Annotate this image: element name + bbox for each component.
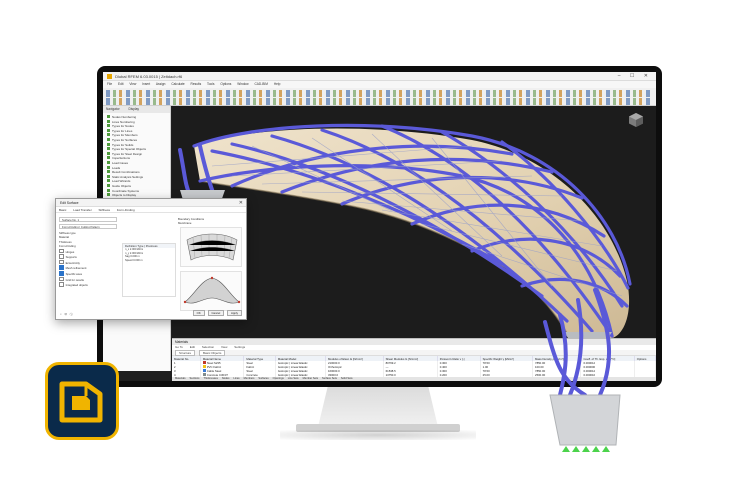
ok-button[interactable]: OK: [192, 310, 205, 316]
surface-no-field[interactable]: Surface No. 1: [59, 217, 117, 222]
prestress-row[interactable]: Speed 0.000 m: [123, 259, 175, 263]
saddle-surface-icon: [186, 233, 238, 261]
surface-preview-tent: [180, 271, 242, 311]
rfem-logo-mark: [59, 381, 103, 423]
option-checkbox[interactable]: Integrated objects: [59, 282, 117, 288]
dialog-left-column: Surface No. 1 Form-Finding | Cutting Pat…: [59, 217, 117, 288]
marketing-stage: Dlubal RFEM 6.03.0015 | Zeltdach.rf6 – ☐…: [0, 0, 732, 486]
tab-stiffness[interactable]: Stiffness: [99, 208, 110, 212]
dialog-buttons: OK Cancel Apply: [191, 310, 242, 316]
support-symbols: [562, 446, 610, 452]
close-icon[interactable]: ✕: [239, 199, 243, 207]
prestress-table: Definition Type | Prestress n_x 2.000 kN…: [122, 243, 176, 297]
cancel-button[interactable]: Cancel: [207, 310, 225, 316]
membrane-label: Membrane: [178, 221, 192, 226]
dialog-right-column: Boundary Conditions Membrane: [178, 217, 244, 226]
options-checklist: Hinges Supports Eccentricity Mesh refinemen…: [59, 249, 117, 288]
surface-preview-grid: [180, 227, 242, 267]
apply-button[interactable]: Apply: [227, 310, 242, 316]
tab-form-finding[interactable]: Form-Finding: [117, 208, 135, 212]
tent-surface-icon: [183, 276, 241, 304]
dialog-tabs: Basic Load Transfer Stiffness Form-Findi…: [56, 207, 246, 213]
dialog-footer-icons[interactable]: ⌕ ⚙ ⓘ: [60, 312, 74, 316]
surface-type-field[interactable]: Form-Finding | Cutting Pattern: [59, 224, 117, 229]
tab-basic[interactable]: Basic: [59, 208, 66, 212]
dialog-title: Edit Surface: [56, 199, 246, 207]
rfem-logo-icon: [45, 362, 119, 440]
tab-load-transfer[interactable]: Load Transfer: [73, 208, 92, 212]
edit-surface-dialog: Edit Surface ✕ Basic Load Transfer Stiff…: [55, 198, 247, 320]
right-support-block: [549, 394, 621, 446]
